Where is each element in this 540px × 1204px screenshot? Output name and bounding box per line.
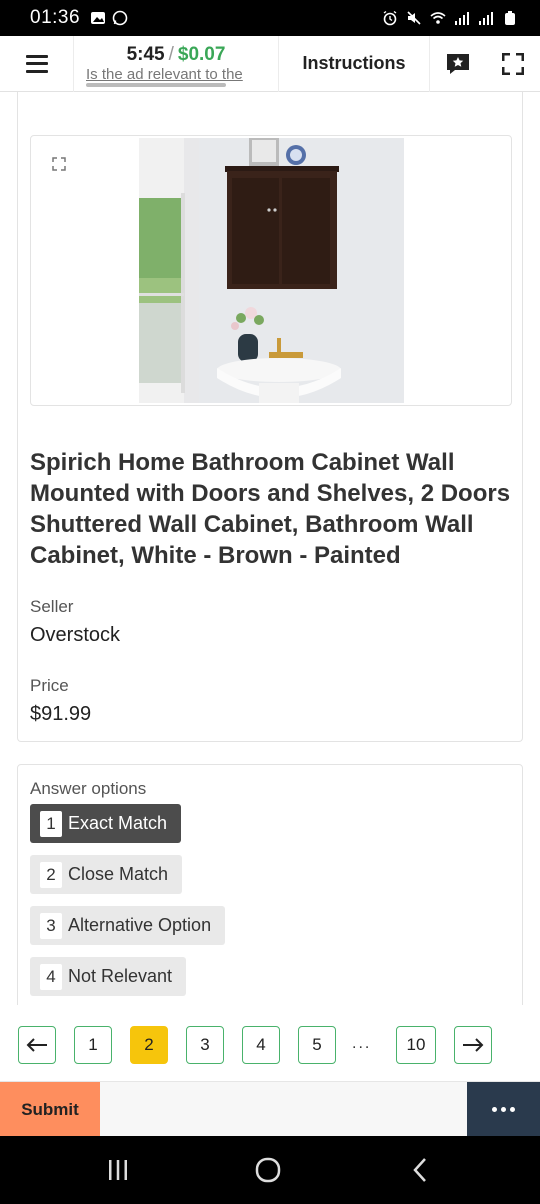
feedback-button[interactable] [430, 36, 485, 92]
option-hotkey: 4 [40, 963, 62, 990]
action-bar: Submit [0, 1081, 540, 1137]
instructions-button[interactable]: Instructions [279, 35, 430, 92]
product-title: Spirich Home Bathroom Cabinet Wall Mount… [30, 449, 511, 569]
status-time: 01:36 [30, 7, 81, 28]
hamburger-menu-icon [25, 54, 48, 73]
answer-options-panel: Answer options 1 Exact Match 2 Close Mat… [17, 764, 523, 1005]
home-button[interactable] [208, 1136, 328, 1204]
arrow-right-icon [463, 1038, 484, 1052]
more-dots-icon [510, 1107, 515, 1112]
wifi-icon [430, 12, 446, 24]
more-options-button[interactable] [467, 1082, 540, 1137]
product-card: Spirich Home Bathroom Cabinet Wall Mount… [17, 92, 523, 742]
back-icon [413, 1158, 426, 1182]
mute-icon [407, 11, 421, 25]
alarm-icon [383, 10, 397, 26]
arrow-left-icon [26, 1038, 47, 1052]
whatsapp-icon [112, 10, 128, 26]
system-nav-bar [0, 1136, 540, 1204]
timer-progress-bar [86, 82, 227, 87]
recents-icon [109, 1160, 127, 1180]
fullscreen-button[interactable] [485, 36, 540, 92]
submit-button[interactable]: Submit [0, 1082, 100, 1137]
more-dots-icon [492, 1107, 497, 1112]
seller-value: Overstock [30, 624, 121, 646]
pagination: 1 2 3 4 5 ... 10 [0, 1005, 540, 1081]
answer-options-title: Answer options [30, 779, 147, 798]
next-page-button[interactable] [454, 1026, 492, 1064]
prev-page-button[interactable] [18, 1026, 56, 1064]
answer-option-not-relevant[interactable]: 4 Not Relevant [30, 957, 187, 996]
task-header: 5:45/$0.07 Is the ad relevant to the Ins… [0, 35, 540, 92]
product-photo[interactable] [139, 138, 404, 403]
price-label: Price [30, 676, 69, 695]
pagination-ellipsis: ... [352, 1035, 372, 1052]
timer-line: 5:45/$0.07 [127, 44, 226, 66]
battery-icon [505, 11, 515, 25]
option-label: Close Match [68, 864, 169, 884]
status-right-icons [382, 10, 518, 26]
product-image-frame [30, 135, 512, 406]
price-value: $91.99 [30, 703, 92, 725]
expand-image-icon[interactable] [52, 157, 66, 171]
signal-icon [455, 12, 469, 25]
menu-button[interactable] [0, 35, 74, 92]
page-button-10[interactable]: 10 [396, 1026, 436, 1064]
task-content[interactable]: Spirich Home Bathroom Cabinet Wall Mount… [0, 92, 540, 1005]
star-comment-icon [446, 53, 469, 74]
timer-separator: / [168, 44, 174, 65]
fullscreen-icon [501, 52, 524, 75]
answer-option-close-match[interactable]: 2 Close Match [30, 855, 183, 894]
status-left-icons [90, 10, 128, 26]
recents-button[interactable] [58, 1136, 178, 1204]
page-button-1[interactable]: 1 [74, 1026, 112, 1064]
option-hotkey: 3 [40, 912, 62, 939]
task-question: Is the ad relevant to the [86, 66, 243, 83]
timer-reward-panel: 5:45/$0.07 Is the ad relevant to the [74, 35, 279, 92]
page-button-4[interactable]: 4 [242, 1026, 280, 1064]
option-label: Exact Match [68, 813, 168, 833]
page-button-2[interactable]: 2 [130, 1026, 168, 1064]
option-label: Not Relevant [68, 966, 173, 986]
seller-label: Seller [30, 597, 74, 616]
option-hotkey: 2 [40, 861, 62, 888]
option-label: Alternative Option [68, 915, 212, 935]
option-hotkey: 1 [40, 810, 62, 837]
signal-icon [479, 12, 493, 25]
status-bar: 01:36 [0, 0, 540, 36]
back-button[interactable] [360, 1136, 480, 1204]
answer-option-alternative-option[interactable]: 3 Alternative Option [30, 906, 226, 945]
image-icon [91, 12, 106, 24]
home-icon [255, 1157, 281, 1183]
more-dots-icon [501, 1107, 506, 1112]
page-button-3[interactable]: 3 [186, 1026, 224, 1064]
answer-option-exact-match[interactable]: 1 Exact Match [30, 804, 182, 843]
timer-value: 5:45 [126, 44, 165, 65]
reward-value: $0.07 [177, 44, 226, 65]
page-button-5[interactable]: 5 [298, 1026, 336, 1064]
